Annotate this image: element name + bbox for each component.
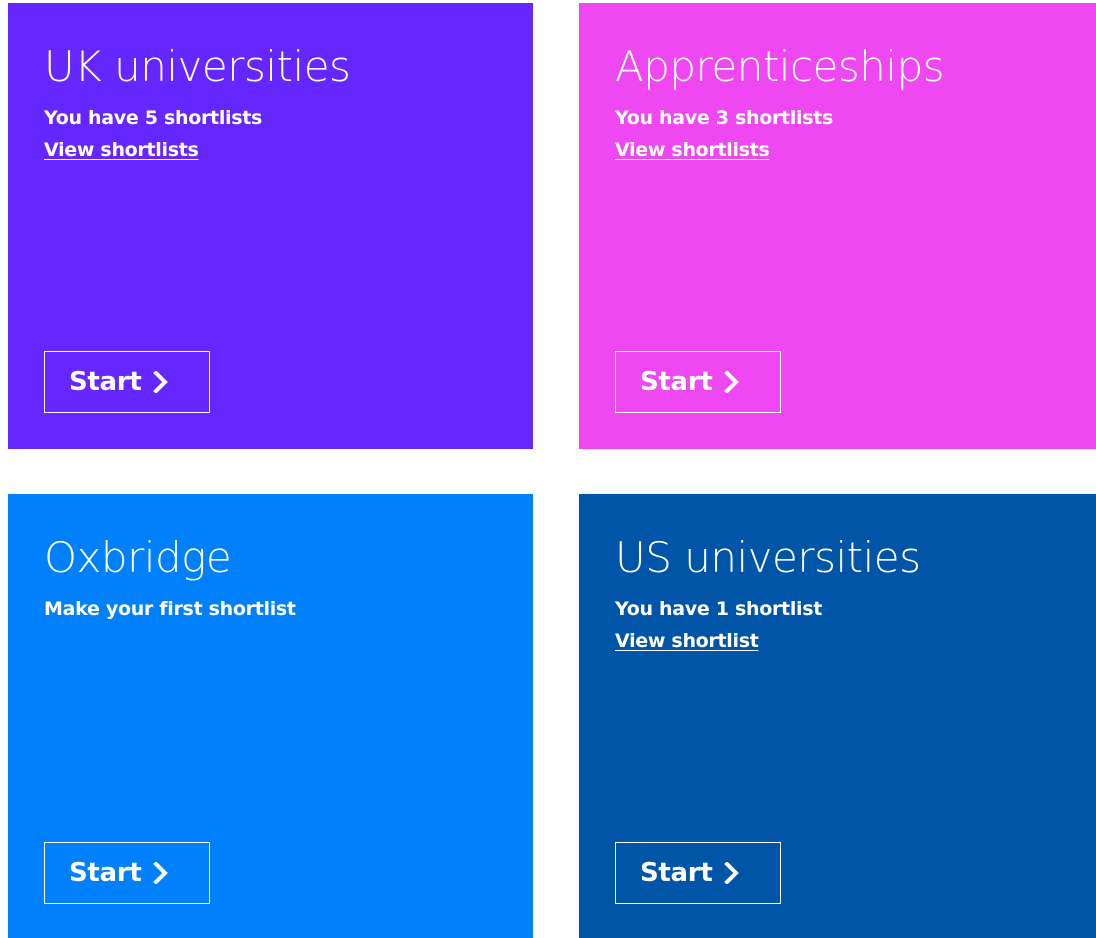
card-uk-universities: UK universities You have 5 shortlists Vi…: [8, 3, 533, 449]
start-button[interactable]: Start: [44, 351, 210, 413]
card-apprenticeships: Apprenticeships You have 3 shortlists Vi…: [579, 3, 1096, 449]
view-shortlist-link[interactable]: View shortlist: [615, 628, 759, 654]
start-button[interactable]: Start: [615, 351, 781, 413]
card-title: US universities: [615, 533, 921, 582]
start-button-label: Start: [69, 858, 142, 888]
start-button-label: Start: [640, 858, 713, 888]
card-title: UK universities: [44, 42, 351, 91]
card-us-universities: US universities You have 1 shortlist Vie…: [579, 494, 1096, 938]
shortlist-count: You have 1 shortlist: [615, 598, 823, 620]
chevron-right-icon: [153, 862, 169, 884]
chevron-right-icon: [724, 371, 740, 393]
chevron-right-icon: [724, 862, 740, 884]
shortlist-count: You have 3 shortlists: [615, 107, 834, 129]
chevron-right-icon: [153, 371, 169, 393]
start-button[interactable]: Start: [44, 842, 210, 904]
card-title: Oxbridge: [44, 533, 232, 582]
start-button-label: Start: [640, 367, 713, 397]
card-oxbridge: Oxbridge Make your first shortlist Start: [8, 494, 533, 938]
start-button-label: Start: [69, 367, 142, 397]
shortlist-count: You have 5 shortlists: [44, 107, 263, 129]
shortlist-prompt: Make your first shortlist: [44, 598, 296, 620]
view-shortlists-link[interactable]: View shortlists: [44, 137, 199, 163]
view-shortlists-link[interactable]: View shortlists: [615, 137, 770, 163]
start-button[interactable]: Start: [615, 842, 781, 904]
card-title: Apprenticeships: [615, 42, 945, 91]
